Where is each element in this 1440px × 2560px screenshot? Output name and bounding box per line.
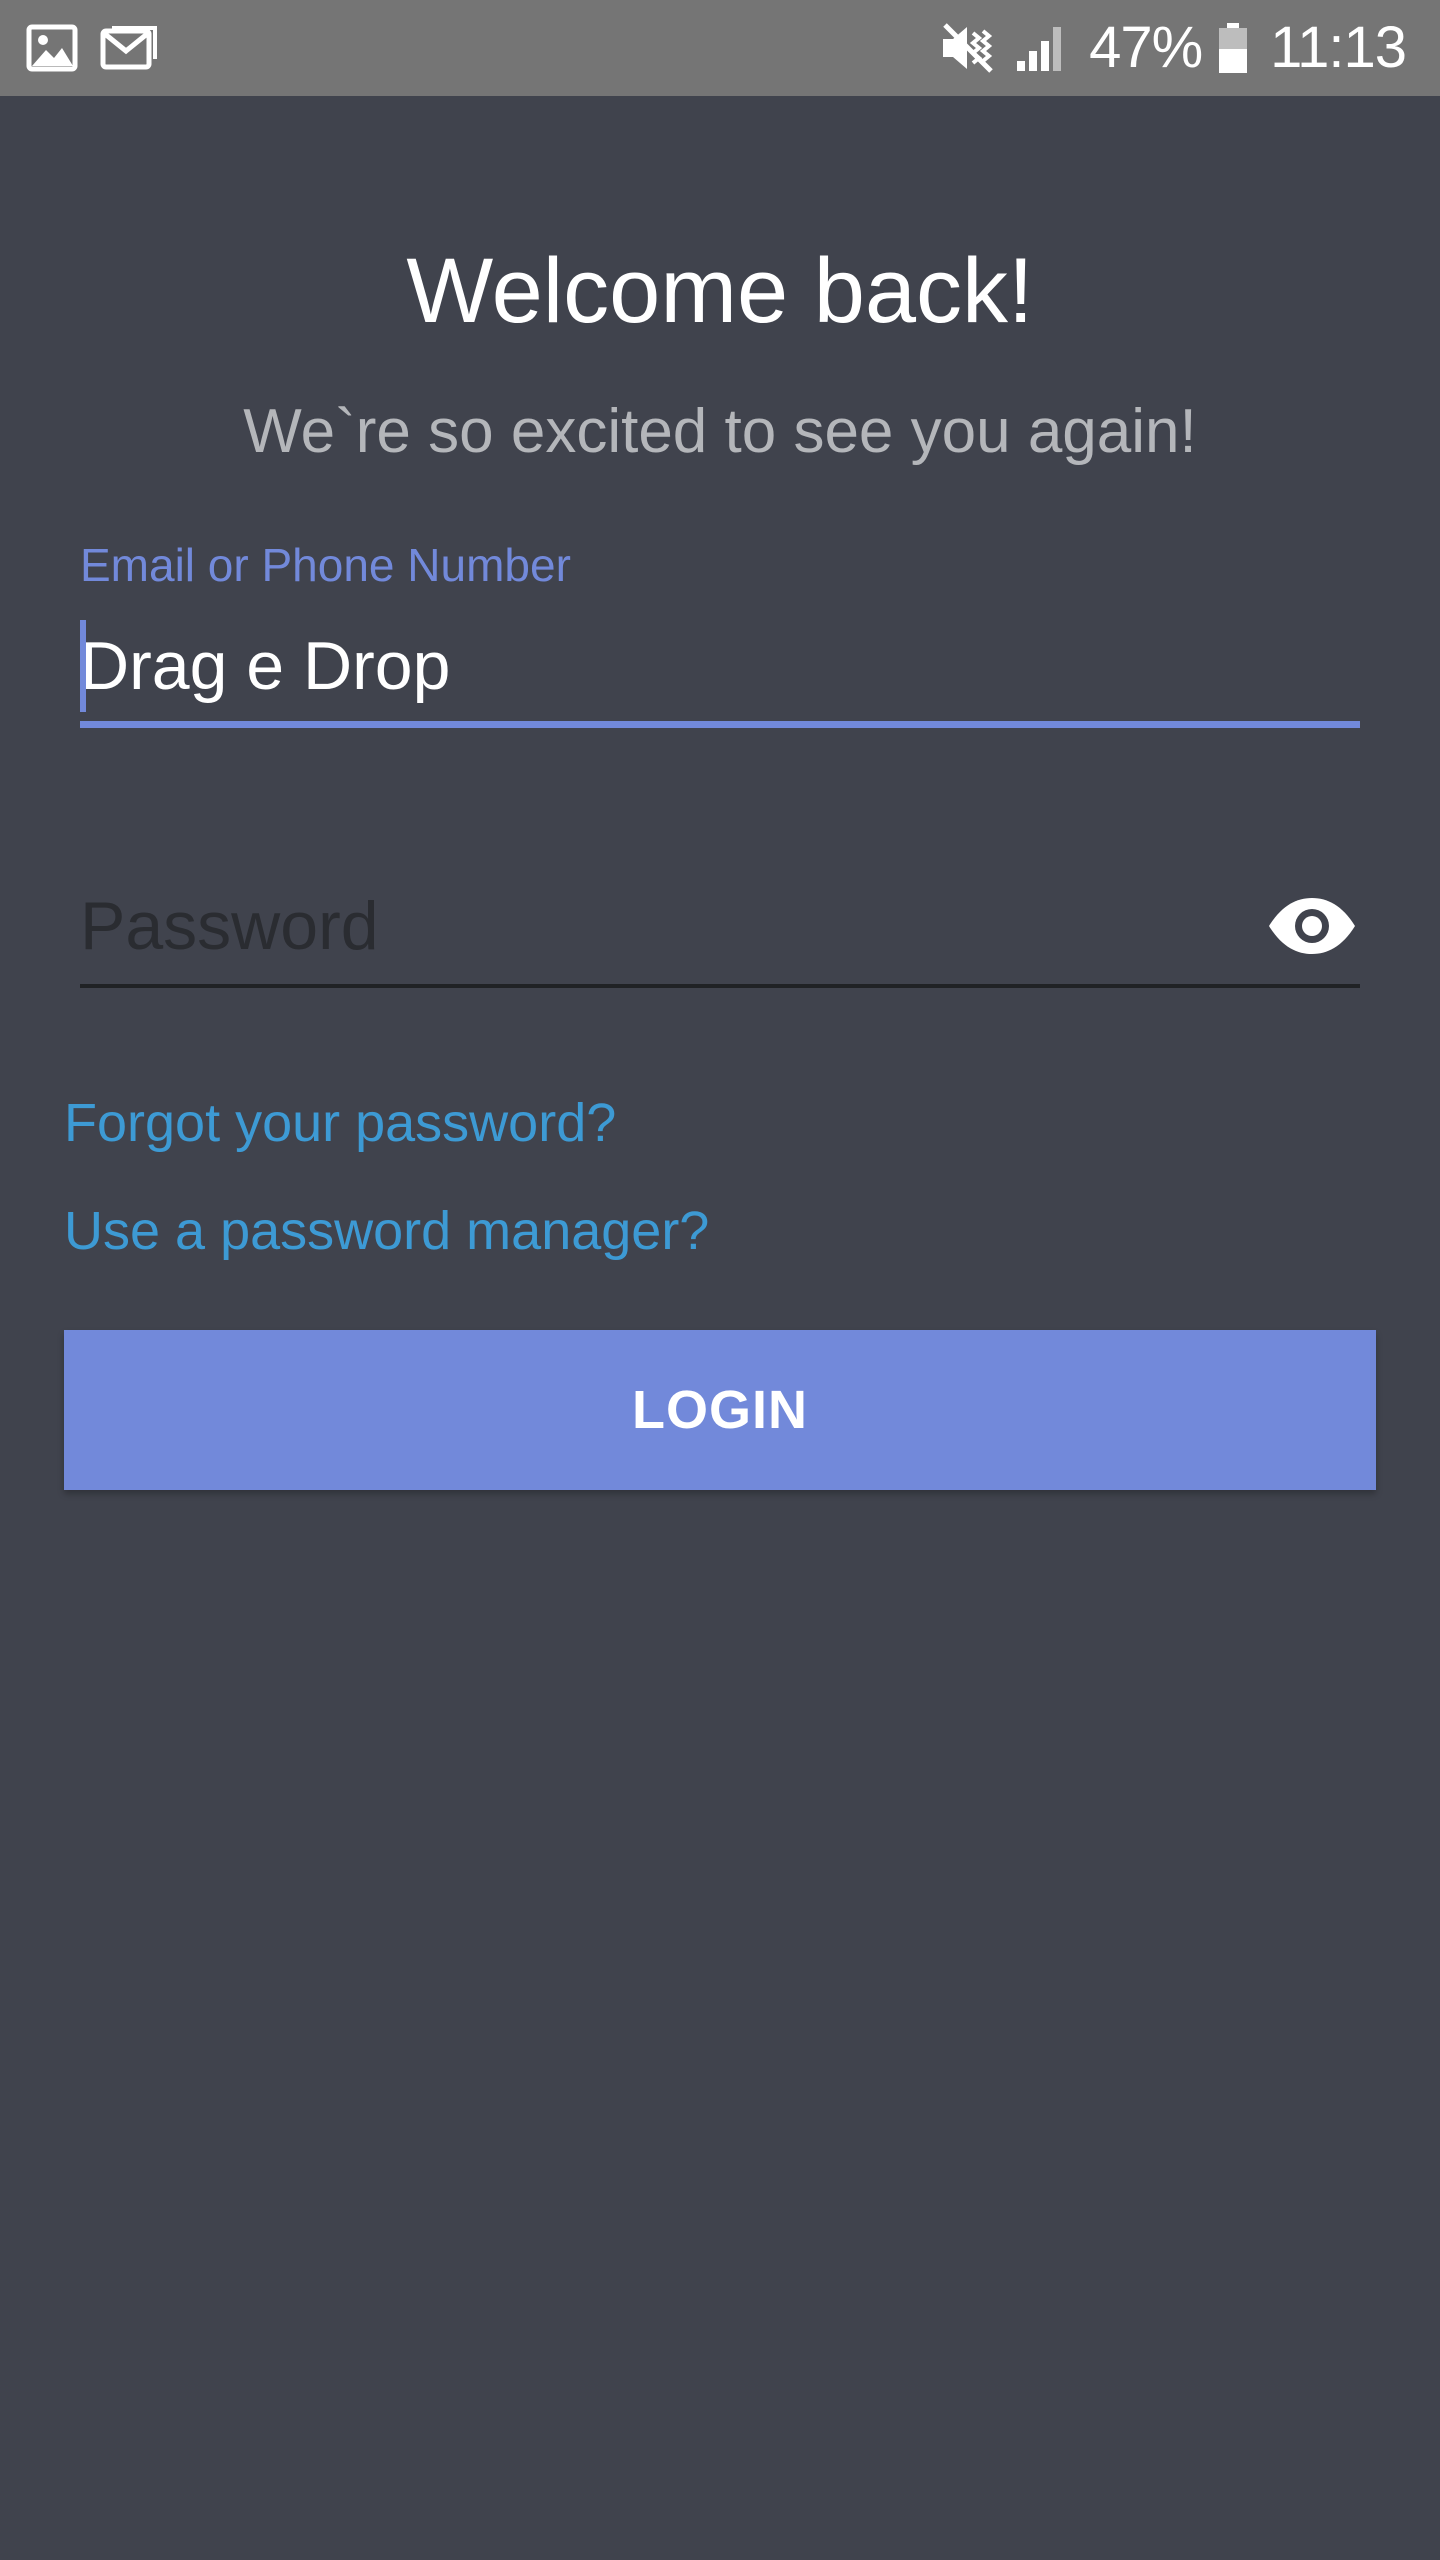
battery-icon xyxy=(1218,22,1248,74)
notification-icons xyxy=(26,22,158,74)
login-button[interactable]: LOGIN xyxy=(64,1330,1376,1490)
page-title: Welcome back! xyxy=(406,240,1034,342)
password-field[interactable] xyxy=(80,868,1360,988)
page-subtitle: We`re so excited to see you again! xyxy=(243,397,1197,466)
email-input[interactable] xyxy=(80,616,1360,721)
email-field[interactable] xyxy=(80,616,1360,728)
mail-icon xyxy=(100,25,158,71)
signal-icon xyxy=(1015,23,1069,73)
password-input[interactable] xyxy=(80,868,1230,984)
clock: 11:13 xyxy=(1270,15,1407,80)
text-cursor xyxy=(80,620,86,712)
eye-icon xyxy=(1266,895,1358,957)
system-indicators: 47% 11:13 xyxy=(939,14,1407,82)
image-icon xyxy=(26,24,78,72)
vibrate-mute-icon xyxy=(939,21,999,75)
status-bar: 47% 11:13 xyxy=(0,0,1440,96)
password-manager-link[interactable]: Use a password manager? xyxy=(64,1196,709,1266)
email-field-label: Email or Phone Number xyxy=(80,539,571,591)
forgot-password-link[interactable]: Forgot your password? xyxy=(64,1088,616,1158)
show-password-button[interactable] xyxy=(1264,886,1360,966)
battery-percentage: 47% xyxy=(1089,15,1203,80)
login-screen: 47% 11:13 Welcome back! We`re so excited… xyxy=(0,0,1440,2560)
